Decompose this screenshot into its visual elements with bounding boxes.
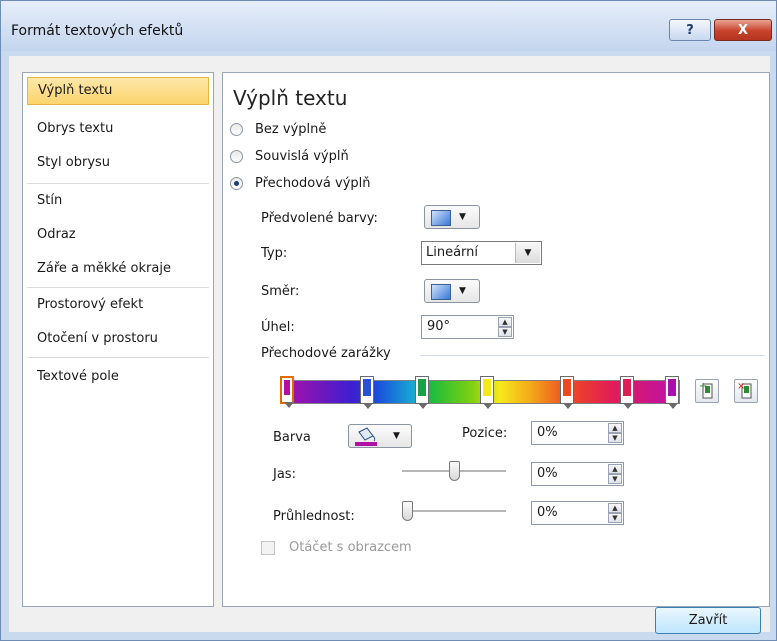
radio-solid-fill[interactable]: Souvislá výplň xyxy=(230,146,349,166)
radio-button[interactable] xyxy=(230,149,243,163)
nav-divider xyxy=(27,287,209,288)
direction-label: Směr: xyxy=(261,284,300,299)
spin-up-icon[interactable]: ▲ xyxy=(608,423,622,433)
position-label: Pozice: xyxy=(462,426,508,441)
radio-button[interactable] xyxy=(230,176,243,190)
close-button[interactable]: Zavřít xyxy=(655,607,761,634)
nav-item-label: Odraz xyxy=(37,227,76,242)
window-title: Formát textových efektů xyxy=(11,23,184,39)
nav-item-reflection[interactable]: Odraz xyxy=(27,221,209,249)
spin-down-icon[interactable]: ▼ xyxy=(608,474,622,484)
help-icon: ? xyxy=(686,22,694,38)
nav-item-label: Výplň textu xyxy=(38,83,113,98)
radio-button[interactable] xyxy=(230,122,243,136)
gradient-stops-label: Přechodové zarážky xyxy=(261,346,391,361)
spin-up-icon[interactable]: ▲ xyxy=(608,464,622,474)
title-bar: Formát textových efektů ? X xyxy=(1,1,776,51)
category-list: Výplň textu Obrys textu Styl obrysu Stín… xyxy=(22,72,214,607)
chevron-down-icon[interactable]: ▼ xyxy=(515,243,540,263)
gradient-stop[interactable] xyxy=(665,376,679,409)
chevron-down-icon: ▼ xyxy=(459,286,466,296)
close-icon: X xyxy=(737,22,749,38)
brightness-label: Jas: xyxy=(273,467,296,482)
chevron-down-icon: ▼ xyxy=(393,431,400,441)
add-stop-icon: + xyxy=(699,381,713,399)
nav-item-3d-format[interactable]: Prostorový efekt xyxy=(27,291,209,319)
transparency-value: 0% xyxy=(537,505,558,520)
svg-text:×: × xyxy=(737,381,745,392)
radio-label: Souvislá výplň xyxy=(255,148,349,164)
radio-no-fill[interactable]: Bez výplně xyxy=(230,119,326,139)
nav-item-3d-rotation[interactable]: Otočení v prostoru xyxy=(27,325,209,353)
angle-value: 90° xyxy=(427,319,451,334)
nav-item-label: Styl obrysu xyxy=(37,155,111,170)
spin-up-icon[interactable]: ▲ xyxy=(608,503,622,513)
angle-spinner[interactable]: 90° ▲ ▼ xyxy=(421,315,514,339)
gradient-swatch-icon xyxy=(431,210,451,226)
svg-text:+: + xyxy=(699,381,707,392)
nav-item-fill[interactable]: Výplň textu xyxy=(27,77,209,105)
nav-item-shadow[interactable]: Stín xyxy=(27,187,209,215)
gradient-stop[interactable] xyxy=(415,376,429,409)
nav-divider xyxy=(27,183,209,184)
nav-item-outline[interactable]: Obrys textu xyxy=(27,115,209,143)
radio-gradient-fill[interactable]: Přechodová výplň xyxy=(230,173,371,193)
nav-item-outline-style[interactable]: Styl obrysu xyxy=(27,149,209,177)
help-button[interactable]: ? xyxy=(669,19,711,41)
color-picker-button[interactable]: ▼ xyxy=(348,424,412,448)
transparency-label: Průhlednost: xyxy=(273,509,355,524)
gradient-stop[interactable] xyxy=(480,376,494,409)
spin-down-icon[interactable]: ▼ xyxy=(498,327,512,337)
remove-stop-button[interactable]: × xyxy=(734,379,758,403)
angle-label: Úhel: xyxy=(261,320,295,335)
position-spinner[interactable]: 0% ▲ ▼ xyxy=(531,421,624,445)
gradient-stop[interactable] xyxy=(280,376,294,408)
brightness-spinner[interactable]: 0% ▲ ▼ xyxy=(531,462,624,486)
nav-item-glow[interactable]: Záře a měkké okraje xyxy=(27,255,209,283)
nav-item-label: Záře a měkké okraje xyxy=(37,261,171,276)
gradient-stop[interactable] xyxy=(560,376,574,409)
rotate-with-shape-label: Otáčet s obrazcem xyxy=(289,540,412,555)
type-value: Lineární xyxy=(426,245,479,260)
transparency-spinner[interactable]: 0% ▲ ▼ xyxy=(531,501,624,525)
preset-colors-button[interactable]: ▼ xyxy=(424,205,480,229)
type-dropdown[interactable]: Lineární ▼ xyxy=(421,241,542,265)
transparency-slider-track[interactable] xyxy=(402,510,506,513)
spin-down-icon[interactable]: ▼ xyxy=(608,513,622,523)
rotate-with-shape-checkbox[interactable] xyxy=(261,541,275,555)
brightness-value: 0% xyxy=(537,466,558,481)
panel-title: Výplň textu xyxy=(233,86,348,110)
radio-label: Přechodová výplň xyxy=(255,175,371,191)
nav-item-label: Stín xyxy=(37,193,63,208)
position-value: 0% xyxy=(537,425,558,440)
gradient-stop[interactable] xyxy=(620,376,634,409)
paint-bucket-icon xyxy=(355,427,377,446)
direction-button[interactable]: ▼ xyxy=(424,279,480,303)
chevron-down-icon: ▼ xyxy=(459,212,466,222)
nav-item-text-box[interactable]: Textové pole xyxy=(27,363,209,391)
nav-divider xyxy=(27,357,209,358)
direction-swatch-icon xyxy=(431,284,451,300)
nav-item-label: Obrys textu xyxy=(37,121,114,136)
nav-item-label: Textové pole xyxy=(37,369,119,384)
type-label: Typ: xyxy=(261,246,288,261)
radio-label: Bez výplně xyxy=(255,121,327,137)
group-divider xyxy=(420,355,765,356)
preset-colors-label: Předvolené barvy: xyxy=(261,211,378,226)
nav-item-label: Prostorový efekt xyxy=(37,297,144,312)
nav-item-label: Otočení v prostoru xyxy=(37,331,158,346)
color-label: Barva xyxy=(273,430,311,445)
brightness-slider-thumb[interactable] xyxy=(449,461,460,481)
gradient-stop[interactable] xyxy=(360,376,374,409)
spin-up-icon[interactable]: ▲ xyxy=(498,317,512,327)
close-button-label: Zavřít xyxy=(688,613,728,628)
transparency-slider-thumb[interactable] xyxy=(402,501,413,521)
add-stop-button[interactable]: + xyxy=(695,379,719,403)
spin-down-icon[interactable]: ▼ xyxy=(608,433,622,443)
window-close-button[interactable]: X xyxy=(714,19,772,41)
remove-stop-icon: × xyxy=(737,381,752,399)
